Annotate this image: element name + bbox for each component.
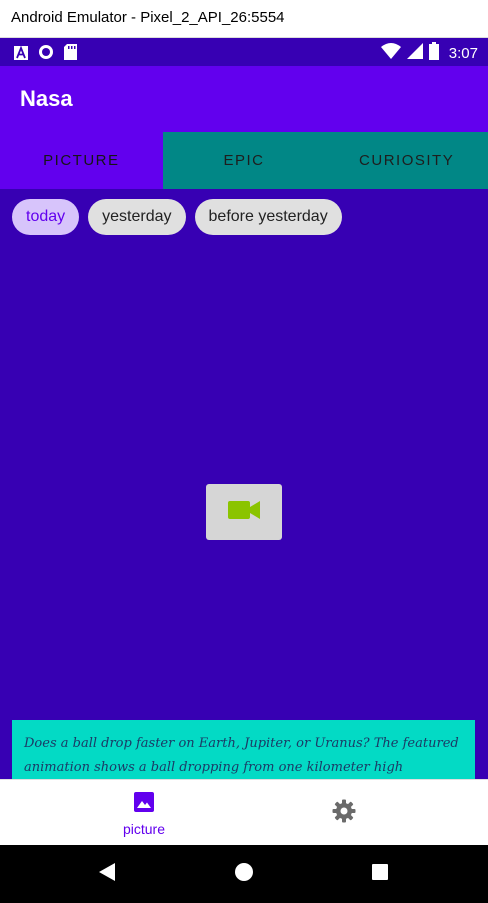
image-icon [132,790,156,818]
battery-icon [428,42,439,64]
nav-item-settings[interactable] [222,780,466,846]
videocam-icon [227,499,261,525]
record-icon [38,44,54,64]
settings-icon [332,799,356,827]
date-chip-group: today yesterday before yesterday [12,199,342,235]
nav-label-picture: picture [122,820,166,837]
system-navigation-bar [0,845,488,903]
chip-before-yesterday[interactable]: before yesterday [194,199,342,235]
back-button[interactable] [95,862,119,886]
back-triangle-icon [97,862,117,886]
emulator-title-bar: Android Emulator - Pixel_2_API_26:5554 [0,0,488,38]
chip-today[interactable]: today [12,199,80,235]
chip-yesterday[interactable]: yesterday [88,199,186,235]
status-bar: 3:07 [0,38,488,66]
description-text: Does a ball drop faster on Earth, Jupite… [24,736,459,775]
sd-card-icon [64,44,77,64]
tab-epic[interactable]: EPIC [163,132,326,189]
video-placeholder-button[interactable] [206,484,282,540]
picture-content: today yesterday before yesterday Does a … [0,189,488,779]
status-time: 3:07 [448,44,478,62]
home-button[interactable] [232,862,256,886]
app-a-icon [14,45,28,64]
recents-button[interactable] [368,862,392,886]
app-title: Nasa [20,86,73,111]
tab-curiosity[interactable]: CURIOSITY [325,132,488,189]
tab-picture[interactable]: PICTURE [0,132,163,189]
wifi-icon [380,43,401,63]
tab-bar: PICTURE EPIC CURIOSITY [0,132,488,189]
emulator-title: Android Emulator - Pixel_2_API_26:5554 [11,9,285,26]
signal-icon [406,43,423,63]
home-circle-icon [234,862,254,886]
bottom-navigation: picture [0,779,488,845]
emulator-frame: Android Emulator - Pixel_2_API_26:5554 3… [0,0,488,903]
app-bar: Nasa [0,66,488,132]
recents-square-icon [371,863,389,885]
description-card: Does a ball drop faster on Earth, Jupite… [12,720,475,779]
